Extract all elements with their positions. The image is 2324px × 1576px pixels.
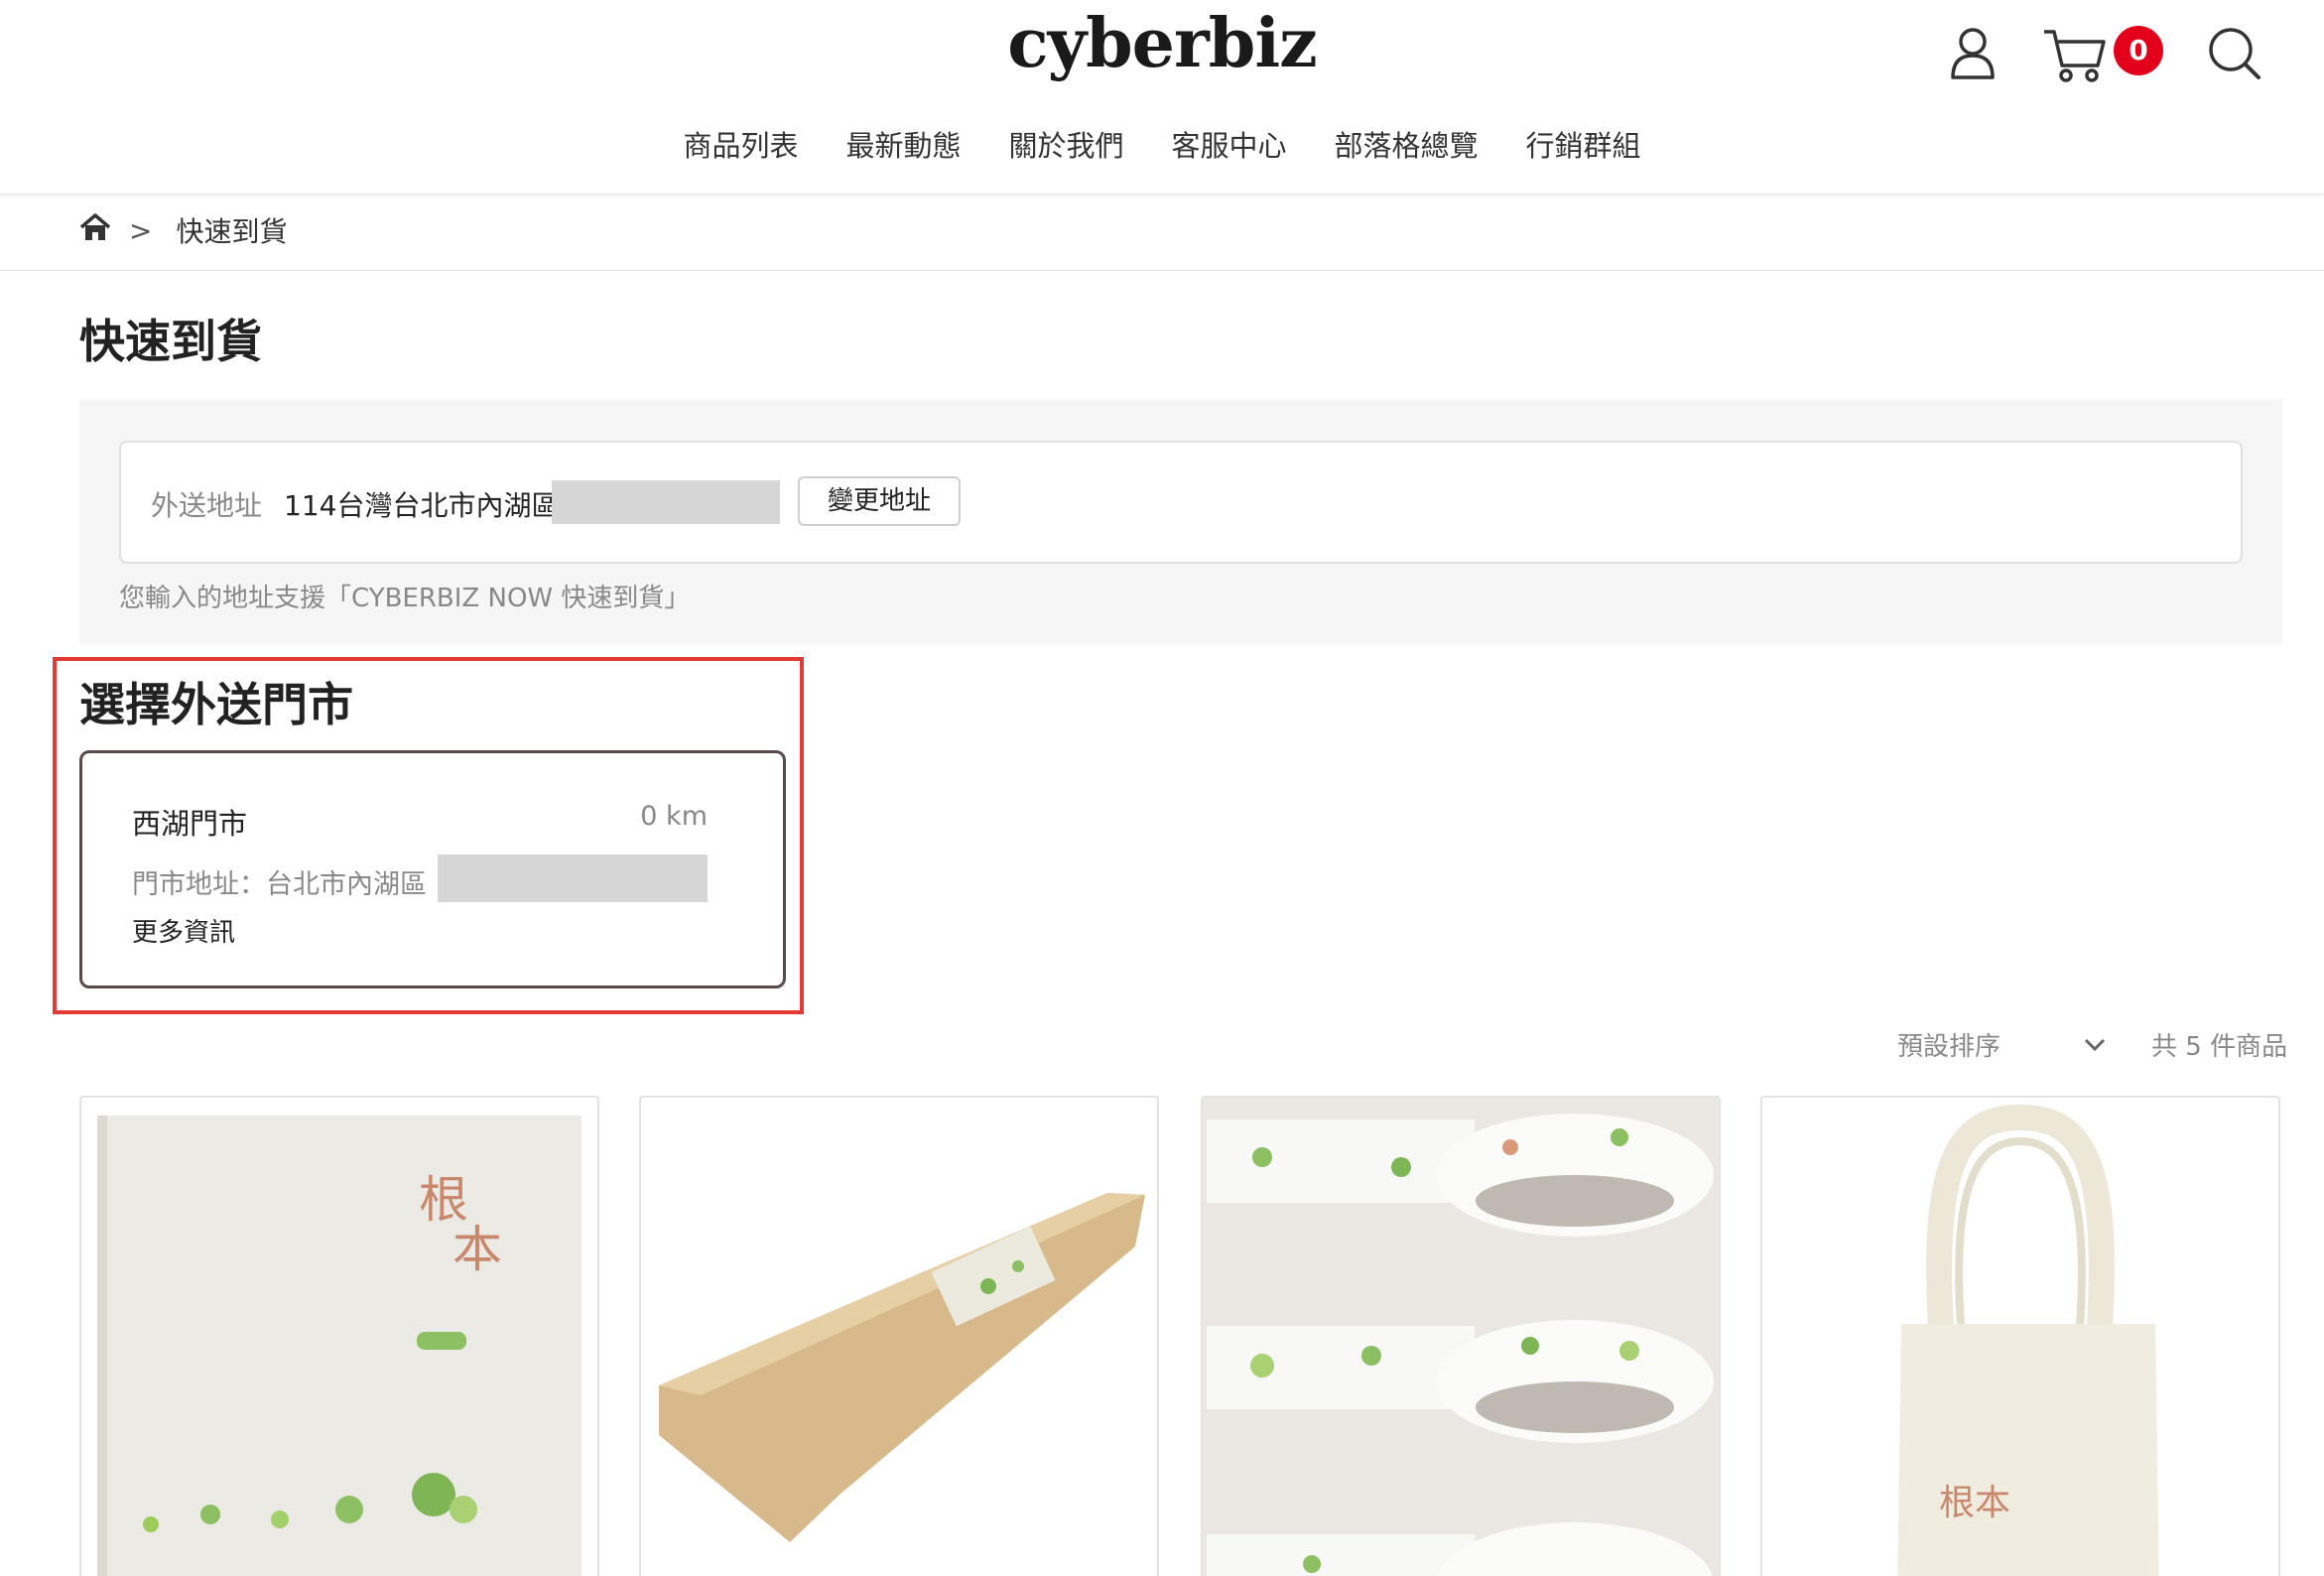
nav-item-marketing[interactable]: 行銷群組 bbox=[1502, 123, 1665, 169]
store-address-redaction bbox=[438, 854, 708, 902]
product-card-washi-tape[interactable] bbox=[1201, 1096, 1721, 1576]
nav-item-support[interactable]: 客服中心 bbox=[1148, 123, 1311, 169]
breadcrumb-divider bbox=[0, 270, 2324, 271]
store-card[interactable]: 西湖門市 0 km 門市地址：台北市內湖區 更多資訊 bbox=[79, 750, 786, 988]
address-redaction bbox=[552, 480, 780, 524]
wooden-stick-image bbox=[659, 1193, 1145, 1542]
nav-item-blog[interactable]: 部落格總覽 bbox=[1311, 123, 1502, 169]
product-card-wooden-stick[interactable] bbox=[639, 1096, 1159, 1576]
washi-tape-image bbox=[1203, 1098, 1719, 1576]
user-icon[interactable] bbox=[1943, 22, 2002, 85]
address-value: 114台灣台北市內湖區 bbox=[284, 489, 560, 522]
delivery-address-panel: 外送地址 114台灣台北市內湖區 變更地址 您輸入的地址支援「CYBERBIZ … bbox=[79, 399, 2282, 645]
store-address: 門市地址：台北市內湖區 bbox=[132, 869, 427, 900]
breadcrumb-current: 快速到貨 bbox=[176, 215, 288, 248]
page-title: 快速到貨 bbox=[79, 315, 262, 368]
main-nav: 商品列表 最新動態 關於我們 客服中心 部落格總覽 行銷群組 bbox=[0, 123, 2324, 169]
store-more-info-link[interactable]: 更多資訊 bbox=[132, 912, 235, 949]
sort-select[interactable]: 預設排序 bbox=[1897, 1022, 2106, 1066]
svg-text:本: 本 bbox=[452, 1221, 502, 1278]
address-support-note: 您輸入的地址支援「CYBERBIZ NOW 快速到貨」 bbox=[119, 584, 691, 613]
tote-bag-image: 根本 bbox=[1897, 1104, 2159, 1576]
store-section-title: 選擇外送門市 bbox=[79, 678, 353, 731]
notebook-image: 根 本 bbox=[97, 1116, 581, 1576]
delivery-address-box: 外送地址 114台灣台北市內湖區 變更地址 bbox=[119, 441, 2243, 564]
search-icon[interactable] bbox=[2205, 22, 2264, 85]
change-address-button[interactable]: 變更地址 bbox=[798, 476, 961, 526]
nav-item-products[interactable]: 商品列表 bbox=[659, 123, 822, 169]
store-name: 西湖門市 bbox=[132, 807, 248, 841]
sort-label: 預設排序 bbox=[1897, 1031, 2001, 1062]
cart-count-badge: 0 bbox=[2114, 26, 2163, 75]
chevron-down-icon bbox=[2084, 1029, 2106, 1059]
cart-icon[interactable] bbox=[2040, 22, 2112, 85]
product-card-tote-bag[interactable]: 根本 bbox=[1760, 1096, 2280, 1576]
svg-text:根本: 根本 bbox=[1939, 1483, 2010, 1523]
breadcrumb-separator: > bbox=[129, 213, 153, 247]
store-distance: 0 km bbox=[640, 801, 708, 832]
breadcrumb: > 快速到貨 bbox=[79, 210, 287, 250]
address-label: 外送地址 bbox=[151, 489, 263, 522]
product-card-notebook[interactable]: 根 本 bbox=[79, 1096, 599, 1576]
home-icon[interactable] bbox=[79, 212, 111, 249]
nav-item-news[interactable]: 最新動態 bbox=[822, 123, 984, 169]
nav-item-about[interactable]: 關於我們 bbox=[984, 123, 1147, 169]
product-count: 共 5 件商品 bbox=[2151, 1032, 2288, 1062]
site-header: cyberbiz 0 商品列表 最新動態 關於我們 客服中心 部落格總覽 行銷群… bbox=[0, 0, 2324, 195]
